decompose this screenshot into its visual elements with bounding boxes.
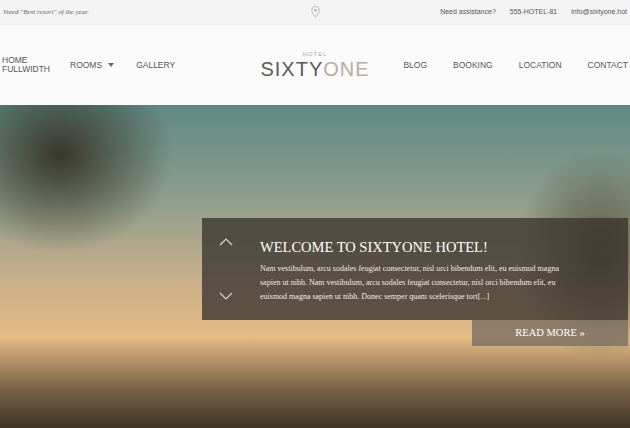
menu-label: HOME FULLWIDTH <box>2 56 50 74</box>
logo-light-text: ONE <box>323 58 369 80</box>
logo-wordmark: SIXTYONE <box>260 58 369 80</box>
slide-title: WELCOME TO SIXTYONE HOTEL! <box>260 238 562 256</box>
contact-area: Need assistance? 555-HOTEL-81 info@sixtyon… <box>320 7 628 18</box>
menu-item[interactable]: BOOKING <box>453 61 493 70</box>
menu-label: ROOMS <box>70 61 102 70</box>
slide-text: Nam vestibulum, arcu sodales feugiat con… <box>260 262 562 304</box>
caption-body: WELCOME TO SIXTYONE HOTEL! Nam vestibulu… <box>250 218 628 320</box>
chevron-up-icon[interactable] <box>219 238 233 246</box>
menu-item[interactable]: LOCATION <box>519 61 562 70</box>
tagline-area: Voted "Best resort" of the year <box>3 7 311 18</box>
right-menu: BLOG BOOKING LOCATION CONTACT <box>380 61 628 70</box>
hero-photo: WELCOME TO SIXTYONE HOTEL! Nam vestibulu… <box>0 105 630 428</box>
hotel-logo[interactable]: HOTELSIXTYONE <box>250 50 379 80</box>
menu-label: BOOKING <box>453 61 493 70</box>
assistance-text: Need assistance? <box>440 7 496 18</box>
menu-label: BLOG <box>403 61 427 70</box>
tagline: Voted "Best resort" of the year <box>3 8 88 16</box>
read-more-button[interactable]: READ MORE » <box>472 320 628 346</box>
menu-label: LOCATION <box>519 61 562 70</box>
left-menu: HOME FULLWIDTH ROOMS GALLERY <box>2 56 250 74</box>
menu-item[interactable]: ROOMS <box>70 61 114 70</box>
logo-dark-text: SIXTY <box>260 58 323 80</box>
top-bar: Voted "Best resort" of the year Need ass… <box>0 0 630 25</box>
location-pin-icon[interactable] <box>311 6 320 18</box>
caret-icon <box>108 63 114 67</box>
menu-item[interactable]: GALLERY <box>136 61 175 70</box>
menu-item[interactable]: BLOG <box>403 61 427 70</box>
main-nav: HOME FULLWIDTH ROOMS GALLERY HOTELSIXTYONE… <box>0 25 630 105</box>
menu-label: CONTACT <box>588 61 628 70</box>
menu-item[interactable]: HOME FULLWIDTH <box>2 56 48 74</box>
phone-link[interactable]: 555-HOTEL-81 <box>510 7 557 18</box>
menu-label: GALLERY <box>136 61 175 70</box>
slide-arrows <box>202 218 250 320</box>
menu-item[interactable]: CONTACT <box>588 61 628 70</box>
email-link[interactable]: info@sixtyone.hot <box>571 7 627 18</box>
logo-small-text: HOTEL <box>260 50 369 58</box>
chevron-down-icon[interactable] <box>219 292 233 300</box>
slide-caption: WELCOME TO SIXTYONE HOTEL! Nam vestibulu… <box>202 218 628 320</box>
